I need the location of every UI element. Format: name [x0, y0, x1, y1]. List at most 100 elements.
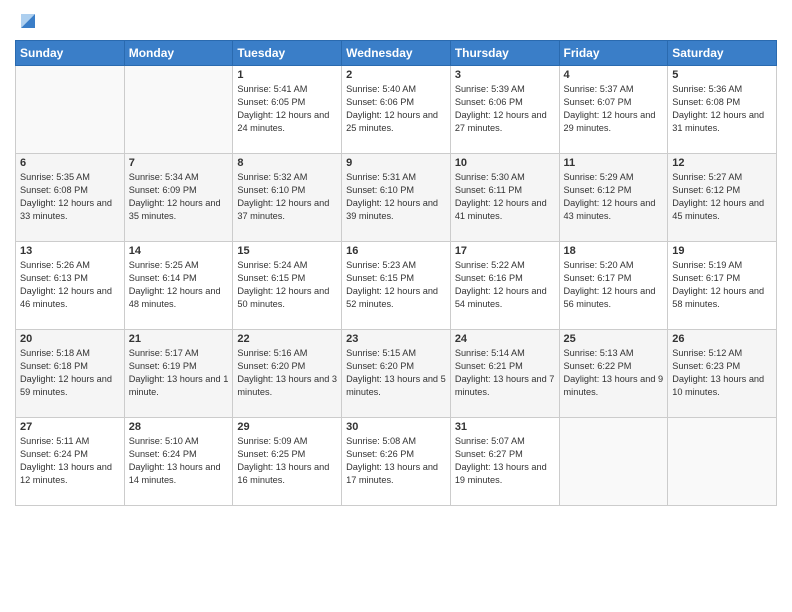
- calendar-cell: 8 Sunrise: 5:32 AM Sunset: 6:10 PM Daylig…: [233, 154, 342, 242]
- column-header-tuesday: Tuesday: [233, 41, 342, 66]
- day-number: 27: [20, 421, 120, 433]
- day-detail: Sunrise: 5:40 AM Sunset: 6:06 PM Dayligh…: [346, 83, 446, 135]
- calendar-cell: 14 Sunrise: 5:25 AM Sunset: 6:14 PM Dayli…: [124, 242, 233, 330]
- day-number: 3: [455, 69, 555, 81]
- day-number: 2: [346, 69, 446, 81]
- day-number: 1: [237, 69, 337, 81]
- column-header-thursday: Thursday: [450, 41, 559, 66]
- day-number: 16: [346, 245, 446, 257]
- day-detail: Sunrise: 5:07 AM Sunset: 6:27 PM Dayligh…: [455, 435, 555, 487]
- page-header: [15, 10, 777, 32]
- day-number: 19: [672, 245, 772, 257]
- day-number: 20: [20, 333, 120, 345]
- day-number: 11: [564, 157, 664, 169]
- calendar-cell: [559, 418, 668, 506]
- calendar-cell: 13 Sunrise: 5:26 AM Sunset: 6:13 PM Dayli…: [16, 242, 125, 330]
- calendar-cell: 20 Sunrise: 5:18 AM Sunset: 6:18 PM Dayli…: [16, 330, 125, 418]
- day-detail: Sunrise: 5:12 AM Sunset: 6:23 PM Dayligh…: [672, 347, 772, 399]
- day-detail: Sunrise: 5:30 AM Sunset: 6:11 PM Dayligh…: [455, 171, 555, 223]
- day-detail: Sunrise: 5:34 AM Sunset: 6:09 PM Dayligh…: [129, 171, 229, 223]
- day-detail: Sunrise: 5:13 AM Sunset: 6:22 PM Dayligh…: [564, 347, 664, 399]
- day-detail: Sunrise: 5:23 AM Sunset: 6:15 PM Dayligh…: [346, 259, 446, 311]
- day-number: 8: [237, 157, 337, 169]
- calendar-cell: 7 Sunrise: 5:34 AM Sunset: 6:09 PM Daylig…: [124, 154, 233, 242]
- day-number: 31: [455, 421, 555, 433]
- day-number: 21: [129, 333, 229, 345]
- day-detail: Sunrise: 5:18 AM Sunset: 6:18 PM Dayligh…: [20, 347, 120, 399]
- calendar-week-row: 20 Sunrise: 5:18 AM Sunset: 6:18 PM Dayli…: [16, 330, 777, 418]
- calendar-cell: 23Sunrise: 5:15 AM Sunset: 6:20 PM Dayli…: [342, 330, 451, 418]
- calendar-table: SundayMondayTuesdayWednesdayThursdayFrid…: [15, 40, 777, 506]
- day-detail: Sunrise: 5:16 AM Sunset: 6:20 PM Dayligh…: [237, 347, 337, 399]
- day-detail: Sunrise: 5:27 AM Sunset: 6:12 PM Dayligh…: [672, 171, 772, 223]
- calendar-cell: 28 Sunrise: 5:10 AM Sunset: 6:24 PM Dayli…: [124, 418, 233, 506]
- day-number: 25: [564, 333, 664, 345]
- day-detail: Sunrise: 5:17 AM Sunset: 6:19 PM Dayligh…: [129, 347, 229, 399]
- day-detail: Sunrise: 5:31 AM Sunset: 6:10 PM Dayligh…: [346, 171, 446, 223]
- column-header-sunday: Sunday: [16, 41, 125, 66]
- day-detail: Sunrise: 5:24 AM Sunset: 6:15 PM Dayligh…: [237, 259, 337, 311]
- calendar-week-row: 13 Sunrise: 5:26 AM Sunset: 6:13 PM Dayli…: [16, 242, 777, 330]
- calendar-cell: 3 Sunrise: 5:39 AM Sunset: 6:06 PM Daylig…: [450, 66, 559, 154]
- logo: [15, 10, 39, 32]
- calendar-cell: 22 Sunrise: 5:16 AM Sunset: 6:20 PM Dayli…: [233, 330, 342, 418]
- calendar-cell: [668, 418, 777, 506]
- calendar-cell: 16 Sunrise: 5:23 AM Sunset: 6:15 PM Dayli…: [342, 242, 451, 330]
- column-header-wednesday: Wednesday: [342, 41, 451, 66]
- calendar-cell: 4 Sunrise: 5:37 AM Sunset: 6:07 PM Daylig…: [559, 66, 668, 154]
- day-number: 12: [672, 157, 772, 169]
- calendar-week-row: 1Sunrise: 5:41 AM Sunset: 6:05 PM Daylig…: [16, 66, 777, 154]
- day-detail: Sunrise: 5:22 AM Sunset: 6:16 PM Dayligh…: [455, 259, 555, 311]
- day-number: 5: [672, 69, 772, 81]
- day-number: 15: [237, 245, 337, 257]
- day-number: 24: [455, 333, 555, 345]
- calendar-cell: 31 Sunrise: 5:07 AM Sunset: 6:27 PM Dayli…: [450, 418, 559, 506]
- day-number: 22: [237, 333, 337, 345]
- calendar-cell: 17 Sunrise: 5:22 AM Sunset: 6:16 PM Dayli…: [450, 242, 559, 330]
- day-number: 13: [20, 245, 120, 257]
- day-number: 14: [129, 245, 229, 257]
- column-header-monday: Monday: [124, 41, 233, 66]
- calendar-cell: 18Sunrise: 5:20 AM Sunset: 6:17 PM Dayli…: [559, 242, 668, 330]
- day-number: 29: [237, 421, 337, 433]
- calendar-cell: 12 Sunrise: 5:27 AM Sunset: 6:12 PM Dayli…: [668, 154, 777, 242]
- calendar-cell: 29 Sunrise: 5:09 AM Sunset: 6:25 PM Dayli…: [233, 418, 342, 506]
- calendar-cell: 30Sunrise: 5:08 AM Sunset: 6:26 PM Dayli…: [342, 418, 451, 506]
- day-detail: Sunrise: 5:37 AM Sunset: 6:07 PM Dayligh…: [564, 83, 664, 135]
- calendar-cell: 5 Sunrise: 5:36 AM Sunset: 6:08 PM Daylig…: [668, 66, 777, 154]
- day-number: 17: [455, 245, 555, 257]
- calendar-cell: [124, 66, 233, 154]
- day-detail: Sunrise: 5:09 AM Sunset: 6:25 PM Dayligh…: [237, 435, 337, 487]
- calendar-cell: 27 Sunrise: 5:11 AM Sunset: 6:24 PM Dayli…: [16, 418, 125, 506]
- calendar-cell: 2 Sunrise: 5:40 AM Sunset: 6:06 PM Daylig…: [342, 66, 451, 154]
- day-number: 10: [455, 157, 555, 169]
- day-number: 4: [564, 69, 664, 81]
- day-detail: Sunrise: 5:35 AM Sunset: 6:08 PM Dayligh…: [20, 171, 120, 223]
- calendar-cell: 1Sunrise: 5:41 AM Sunset: 6:05 PM Daylig…: [233, 66, 342, 154]
- calendar-cell: 25 Sunrise: 5:13 AM Sunset: 6:22 PM Dayli…: [559, 330, 668, 418]
- day-detail: Sunrise: 5:32 AM Sunset: 6:10 PM Dayligh…: [237, 171, 337, 223]
- day-detail: Sunrise: 5:25 AM Sunset: 6:14 PM Dayligh…: [129, 259, 229, 311]
- calendar-cell: 19Sunrise: 5:19 AM Sunset: 6:17 PM Dayli…: [668, 242, 777, 330]
- day-number: 28: [129, 421, 229, 433]
- day-detail: Sunrise: 5:14 AM Sunset: 6:21 PM Dayligh…: [455, 347, 555, 399]
- calendar-cell: 26Sunrise: 5:12 AM Sunset: 6:23 PM Dayli…: [668, 330, 777, 418]
- day-number: 9: [346, 157, 446, 169]
- day-number: 30: [346, 421, 446, 433]
- calendar-cell: [16, 66, 125, 154]
- calendar-cell: 21 Sunrise: 5:17 AM Sunset: 6:19 PM Dayli…: [124, 330, 233, 418]
- column-header-saturday: Saturday: [668, 41, 777, 66]
- day-detail: Sunrise: 5:26 AM Sunset: 6:13 PM Dayligh…: [20, 259, 120, 311]
- calendar-week-row: 6Sunrise: 5:35 AM Sunset: 6:08 PM Daylig…: [16, 154, 777, 242]
- day-detail: Sunrise: 5:20 AM Sunset: 6:17 PM Dayligh…: [564, 259, 664, 311]
- day-detail: Sunrise: 5:39 AM Sunset: 6:06 PM Dayligh…: [455, 83, 555, 135]
- day-detail: Sunrise: 5:10 AM Sunset: 6:24 PM Dayligh…: [129, 435, 229, 487]
- calendar-cell: 9 Sunrise: 5:31 AM Sunset: 6:10 PM Daylig…: [342, 154, 451, 242]
- day-detail: Sunrise: 5:36 AM Sunset: 6:08 PM Dayligh…: [672, 83, 772, 135]
- calendar-week-row: 27 Sunrise: 5:11 AM Sunset: 6:24 PM Dayli…: [16, 418, 777, 506]
- calendar-cell: 10 Sunrise: 5:30 AM Sunset: 6:11 PM Dayli…: [450, 154, 559, 242]
- day-detail: Sunrise: 5:11 AM Sunset: 6:24 PM Dayligh…: [20, 435, 120, 487]
- day-number: 7: [129, 157, 229, 169]
- day-detail: Sunrise: 5:29 AM Sunset: 6:12 PM Dayligh…: [564, 171, 664, 223]
- calendar-cell: 6Sunrise: 5:35 AM Sunset: 6:08 PM Daylig…: [16, 154, 125, 242]
